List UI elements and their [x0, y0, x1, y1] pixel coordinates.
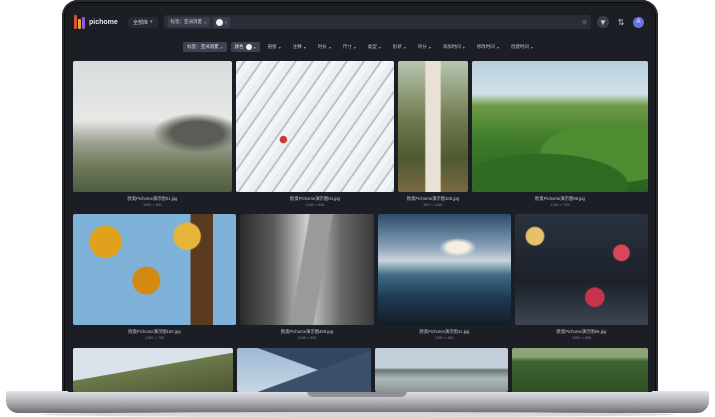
gallery-thumbnail[interactable]: [73, 348, 233, 392]
gallery-thumbnail[interactable]: [237, 348, 371, 392]
filter-label: 修改时间: [476, 44, 495, 49]
chevron-down-icon: ▾: [428, 44, 431, 50]
image-dimensions: 1280 × 851: [434, 336, 455, 340]
photo-image: [375, 348, 508, 392]
filter-created-time[interactable]: 创建时间 ▾: [507, 42, 537, 52]
color-dot-icon: [245, 44, 252, 50]
filter-label: 形状: [392, 44, 402, 49]
close-icon[interactable]: ×: [225, 20, 228, 25]
search-bar[interactable]: 标签：亚洲消夏 × × ⊗: [163, 15, 591, 29]
image-dimensions: 1280 × 763: [550, 203, 570, 207]
gallery-thumbnail[interactable]: [398, 61, 468, 192]
image-dimensions: 1280 × 755: [144, 336, 165, 340]
gallery-thumbnail[interactable]: [378, 214, 511, 325]
photo-image: [240, 214, 374, 325]
filter-added-time[interactable]: 添加时间 ▾: [439, 42, 469, 52]
gallery-thumbnail[interactable]: [73, 61, 232, 192]
filter-modified-time[interactable]: 修改时间 ▾: [473, 42, 503, 52]
chevron-down-icon: ▾: [530, 44, 533, 50]
image-filename: 欧奥Pichome演示图04.jpg: [290, 196, 340, 201]
photo-image: [398, 61, 468, 192]
chevron-down-icon: ▾: [496, 44, 499, 50]
filter-duration[interactable]: 时长 ▾: [314, 42, 335, 52]
close-icon[interactable]: ×: [204, 20, 207, 25]
filter-rating[interactable]: 评分 ▾: [414, 42, 435, 52]
filter-label: 颜色: [234, 44, 244, 49]
color-chip[interactable]: ×: [212, 16, 231, 28]
filter-label: 添加时间: [442, 44, 461, 49]
image-dimensions: 1280 × 851: [142, 203, 163, 207]
filter-row: 标签：亚洲消夏 ▾ 颜色 ▾ 链接 ▾ 注释 ▾ 时长 ▾ 尺寸 ▾ 类型 ▾: [68, 39, 652, 55]
filter-tag[interactable]: 标签：亚洲消夏 ▾: [183, 42, 227, 52]
chevron-down-icon: ▾: [220, 44, 223, 50]
photo-image: [73, 214, 236, 325]
photo-image: [472, 61, 648, 192]
image-filename: 欧奥Pichome演示图99.jpg: [535, 196, 585, 201]
library-scope-dropdown[interactable]: 全部库 ▾: [128, 16, 158, 28]
filter-label: 创建时间: [510, 44, 529, 49]
image-filename: 欧奥Pichome演示图160.jpg: [128, 329, 181, 334]
chevron-down-icon: ▾: [378, 44, 381, 50]
filter-type[interactable]: 类型 ▾: [364, 42, 385, 52]
gallery-thumbnail[interactable]: [73, 214, 236, 325]
image-dimensions: 1280 × 854: [305, 203, 325, 207]
filter-label: 标签：亚洲消夏: [187, 44, 219, 49]
library-scope-label: 全部库: [133, 19, 149, 26]
photo-image: [512, 348, 648, 392]
app-name: pichome: [89, 18, 118, 26]
image-gallery: 欧奥Pichome演示图01.jpg 1280 × 851 欧奥Pichome演…: [68, 55, 652, 392]
image-filename: 欧奥Pichome演示图105.jpg: [406, 196, 460, 201]
laptop-shadow: [40, 412, 675, 417]
chevron-down-icon: ▾: [278, 44, 281, 50]
image-dimensions: 852 × 1280: [423, 203, 443, 207]
chevron-down-icon: ▾: [403, 44, 406, 50]
chevron-down-icon: ▾: [150, 19, 153, 25]
gallery-thumbnail[interactable]: [240, 214, 374, 325]
app-logo[interactable]: pichome: [74, 15, 122, 29]
gallery-thumbnail[interactable]: [512, 348, 648, 392]
image-filename: 欧奥Pichome演示图66.jpg: [556, 329, 607, 334]
logo-mark-icon: [74, 15, 85, 29]
chevron-down-icon: ▾: [328, 44, 331, 50]
image-filename: 欧奥Pichome演示图41.jpg: [419, 329, 470, 334]
top-bar: pichome 全部库 ▾ 标签：亚洲消夏 × × ⊗ ▼ ⇅ A: [68, 6, 652, 38]
filter-icon[interactable]: ▼: [597, 16, 609, 28]
filter-shape[interactable]: 形状 ▾: [389, 42, 410, 52]
photo-image: [515, 214, 648, 325]
gallery-thumbnail[interactable]: [515, 214, 648, 325]
photo-image: [237, 348, 371, 392]
search-tag-chip-label: 标签：亚洲消夏: [170, 19, 203, 24]
image-filename: 欧奥Pichome演示图469.jpg: [280, 329, 334, 334]
clear-search-icon[interactable]: ⊗: [582, 19, 587, 26]
photo-image: [73, 348, 233, 392]
filter-label: 尺寸: [342, 44, 352, 49]
filter-note[interactable]: 注释 ▾: [289, 42, 310, 52]
filter-size[interactable]: 尺寸 ▾: [339, 42, 360, 52]
filter-label: 注释: [292, 44, 302, 49]
filter-link[interactable]: 链接 ▾: [264, 42, 285, 52]
gallery-thumbnail[interactable]: [236, 61, 394, 192]
filter-label: 类型: [367, 44, 377, 49]
image-dimensions: 1280 × 852: [297, 336, 317, 340]
filter-label: 评分: [417, 44, 427, 49]
search-tag-chip[interactable]: 标签：亚洲消夏 ×: [167, 17, 210, 27]
chevron-down-icon: ▾: [353, 44, 356, 50]
chevron-down-icon: ▾: [253, 44, 256, 50]
sort-icon[interactable]: ⇅: [615, 16, 627, 28]
chevron-down-icon: ▾: [303, 44, 306, 50]
filter-label: 链接: [267, 44, 277, 49]
image-filename: 欧奥Pichome演示图01.jpg: [127, 196, 178, 201]
photo-image: [73, 61, 232, 192]
filter-color[interactable]: 颜色 ▾: [230, 42, 260, 52]
avatar[interactable]: A: [633, 16, 644, 28]
color-swatch: [215, 18, 223, 26]
photo-image: [236, 61, 394, 192]
gallery-thumbnail[interactable]: [472, 61, 648, 192]
photo-image: [378, 214, 511, 325]
app-window: pichome 全部库 ▾ 标签：亚洲消夏 × × ⊗ ▼ ⇅ A 标签：亚洲消…: [68, 6, 652, 392]
filter-label: 时长: [317, 44, 327, 49]
image-dimensions: 1280 × 855: [571, 336, 592, 340]
chevron-down-icon: ▾: [462, 44, 465, 50]
gallery-thumbnail[interactable]: [375, 348, 508, 392]
